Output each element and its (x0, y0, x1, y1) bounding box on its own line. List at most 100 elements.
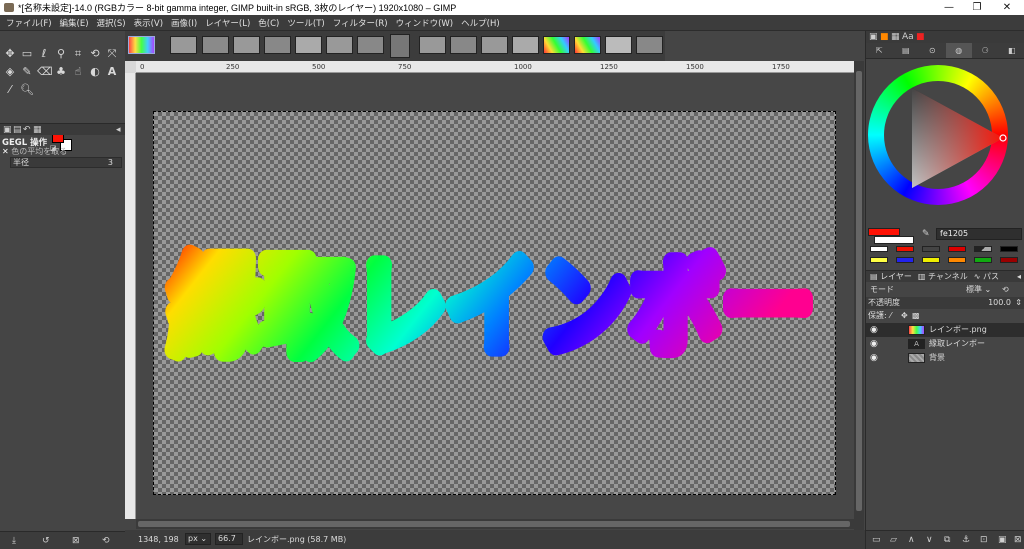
scroll-thumb[interactable] (138, 521, 850, 527)
visibility-eye-icon[interactable]: ◉ (870, 351, 880, 365)
panel-menu-icon[interactable]: ◂ (1017, 272, 1021, 281)
rect-select-tool-icon[interactable]: ▭ (20, 47, 34, 61)
tab-palette[interactable]: ▤ (893, 43, 920, 58)
layer-row[interactable]: ◉ 背景 (866, 351, 1024, 365)
palette-swatch-black[interactable] (1000, 246, 1018, 252)
rotate-tool-icon[interactable]: ⟲ (88, 47, 102, 61)
color-triangle[interactable] (868, 65, 1008, 205)
reset-options-icon[interactable]: ⟲ (102, 536, 110, 546)
palette-icon[interactable]: ■ (916, 32, 925, 42)
tab-color-wheel[interactable]: ◍ (945, 43, 972, 58)
tab-fg-bg-color[interactable]: ⇱ (866, 43, 893, 58)
smudge-tool-icon[interactable]: ☝ (71, 65, 85, 79)
new-layer-icon[interactable]: ▭ (872, 535, 881, 545)
menu-tools[interactable]: ツール(T) (283, 17, 328, 29)
font-icon[interactable]: Aa (902, 32, 914, 42)
radius-field[interactable]: 半径 3 (10, 157, 122, 168)
image-tab-thumbnail[interactable] (512, 36, 539, 54)
menu-file[interactable]: ファイル(F) (2, 17, 56, 29)
palette-swatch-blue[interactable] (896, 257, 914, 263)
save-options-icon[interactable]: ⤓ (12, 536, 16, 546)
stepper-icon[interactable]: ⇕ (1015, 297, 1022, 309)
palette-swatch-white[interactable] (870, 246, 888, 252)
layer-row[interactable]: ◉ レインボー.png (866, 323, 1024, 337)
menu-filters[interactable]: フィルター(R) (329, 17, 392, 29)
fuzzy-select-tool-icon[interactable]: ⚲ (54, 47, 68, 61)
lock-alpha-icon[interactable]: ▩ (912, 310, 920, 322)
image-tab-thumbnail[interactable] (202, 36, 229, 54)
sample-average-option[interactable]: ✕ 色の平均を取る (2, 146, 67, 157)
pattern-icon[interactable]: ▦ (891, 32, 900, 42)
panel-menu-icon[interactable]: ◂ (116, 125, 121, 135)
palette-swatch-red[interactable] (896, 246, 914, 252)
ruler-corner[interactable] (125, 61, 136, 73)
palette-swatch-darkred[interactable] (1000, 257, 1018, 263)
unit-select[interactable]: px ⌄ (185, 533, 211, 545)
menu-image[interactable]: 画像(I) (167, 17, 201, 29)
menu-view[interactable]: 表示(V) (130, 17, 167, 29)
mask-layer-icon[interactable]: ▣ (998, 535, 1007, 545)
image-tab-thumbnail[interactable] (574, 36, 601, 54)
opacity-slider[interactable]: 不透明度 100.0 ⇕ (866, 297, 1024, 309)
lock-pixels-icon[interactable]: ⁄ (890, 310, 891, 322)
image-tab-thumbnail[interactable] (170, 36, 197, 54)
color-picker-tool-icon[interactable]: ⁄ (3, 83, 17, 97)
color-wheel[interactable] (868, 65, 1008, 205)
paintbrush-tool-icon[interactable]: ✎ (20, 65, 34, 79)
menu-colors[interactable]: 色(C) (254, 17, 283, 29)
image-tab-thumbnail[interactable] (128, 36, 155, 54)
text-tool-icon[interactable]: A (105, 65, 119, 79)
tab-color-triangle[interactable]: ◧ (999, 43, 1024, 58)
tab-color-history[interactable]: ⊙ (919, 43, 946, 58)
anchor-layer-icon[interactable]: ⚓︎ (962, 535, 970, 545)
warp-tool-icon[interactable]: ⤧ (105, 47, 119, 61)
palette-swatch-dark[interactable] (922, 246, 940, 252)
palette-swatch-green[interactable] (974, 257, 992, 263)
menu-help[interactable]: ヘルプ(H) (457, 17, 504, 29)
visibility-eye-icon[interactable]: ◉ (870, 337, 880, 351)
palette-swatch-orange[interactable] (948, 257, 966, 263)
undo-history-icon[interactable]: ↶ (23, 125, 31, 135)
tab-layers[interactable]: ▤ レイヤー (870, 271, 912, 282)
dock-menu-icon[interactable]: ▣ (869, 32, 878, 42)
image-tab-thumbnail[interactable] (605, 36, 632, 54)
color-picker-icon[interactable]: ✎ (922, 229, 930, 239)
background-color-swatch[interactable] (874, 236, 914, 244)
image-tab-thumbnail[interactable] (233, 36, 260, 54)
palette-swatch-yellow[interactable] (870, 257, 888, 263)
scroll-thumb[interactable] (856, 71, 862, 511)
mode-select[interactable]: 標準 ⌄ (966, 283, 991, 296)
eraser-tool-icon[interactable]: ⌫ (37, 65, 53, 79)
image-tab-thumbnail[interactable] (295, 36, 322, 54)
tab-paths[interactable]: ∿ パス (974, 271, 999, 282)
lasso-tool-icon[interactable]: ℓ (37, 47, 51, 61)
maximize-button[interactable]: ❐ (962, 0, 992, 15)
minimize-button[interactable]: — (934, 0, 964, 15)
menu-layer[interactable]: レイヤー(L) (201, 17, 254, 29)
palette-swatch-gradient[interactable] (974, 246, 992, 252)
image-tab-thumbnail[interactable] (419, 36, 446, 54)
horizontal-scrollbar[interactable] (136, 519, 854, 529)
move-tool-icon[interactable]: ✥ (3, 47, 17, 61)
device-status-icon[interactable]: ▤ (13, 125, 22, 135)
images-icon[interactable]: ▦ (33, 125, 42, 135)
raise-layer-icon[interactable]: ∧ (908, 535, 915, 545)
dodge-tool-icon[interactable]: ◐ (88, 65, 102, 79)
lock-position-icon[interactable]: ✥ (901, 310, 908, 322)
visibility-eye-icon[interactable]: ◉ (870, 323, 880, 337)
zoom-tool-icon[interactable]: 🔍︎ (20, 83, 34, 97)
image-tab-thumbnail[interactable] (357, 36, 384, 54)
image-tab-thumbnail[interactable] (636, 36, 663, 54)
close-button[interactable]: ✕ (992, 0, 1022, 15)
image-tab-thumbnail[interactable] (264, 36, 291, 54)
crop-tool-icon[interactable]: ⌗ (71, 47, 85, 61)
image-tab-thumbnail[interactable] (543, 36, 570, 54)
image-tab-thumbnail[interactable] (481, 36, 508, 54)
delete-layer-icon[interactable]: ⊠ (1014, 535, 1022, 545)
clone-tool-icon[interactable]: ♣ (54, 65, 68, 79)
restore-options-icon[interactable]: ↺ (42, 536, 50, 546)
menu-windows[interactable]: ウィンドウ(W) (392, 17, 458, 29)
merge-layer-icon[interactable]: ⊡ (980, 535, 988, 545)
palette-swatch-red[interactable] (948, 246, 966, 252)
new-group-icon[interactable]: ▱ (890, 535, 897, 545)
